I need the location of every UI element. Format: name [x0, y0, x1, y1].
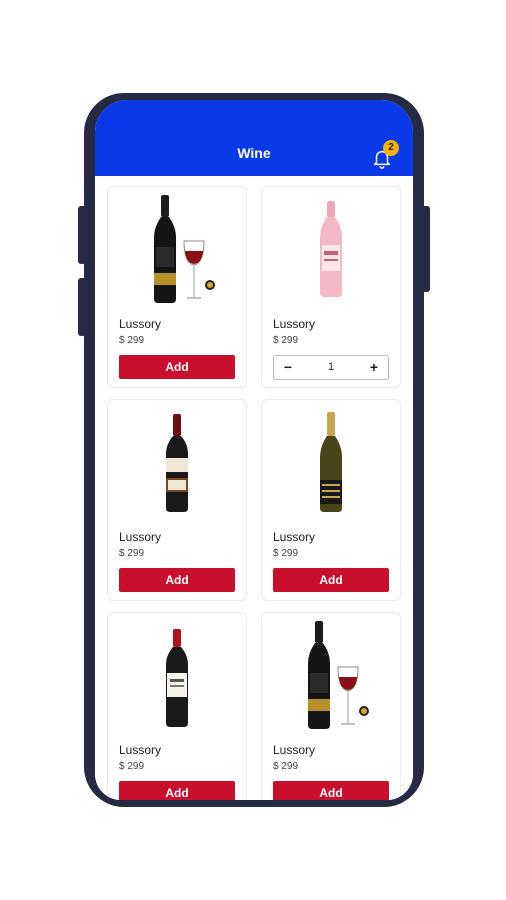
product-price: $ 299	[273, 761, 299, 772]
decrement-button[interactable]: −	[274, 356, 302, 379]
increment-button[interactable]: +	[360, 356, 388, 379]
product-card[interactable]: Lussory $ 299 − 1 +	[261, 186, 401, 388]
quantity-value: 1	[327, 361, 335, 373]
product-name: Lussory	[119, 530, 162, 544]
product-card[interactable]: Lussory $ 299 Add	[107, 186, 247, 388]
add-button[interactable]: Add	[273, 568, 389, 592]
rose-wine-bottle-image	[320, 201, 342, 297]
product-name: Lussory	[273, 317, 316, 331]
product-name: Lussory	[119, 317, 162, 331]
product-price: $ 299	[119, 548, 145, 559]
app-bar: Wine 2	[95, 100, 413, 176]
sparkling-wine-bottle-image	[320, 412, 342, 512]
red-wine-bottle-image	[166, 629, 188, 727]
add-button[interactable]: Add	[119, 781, 235, 800]
add-button[interactable]: Add	[119, 355, 235, 379]
quantity-stepper: − 1 +	[273, 355, 389, 380]
product-card[interactable]: Lussory $ 299 Add	[261, 612, 401, 800]
product-price: $ 299	[273, 335, 299, 346]
product-card[interactable]: Lussory $ 299 Add	[261, 399, 401, 601]
product-grid: Lussory $ 299 Add Lussory $ 299 − 1 + Lu…	[95, 176, 413, 800]
product-price: $ 299	[119, 335, 145, 346]
notification-badge: 2	[383, 140, 399, 156]
red-wine-bottle-with-glass-image	[308, 621, 369, 729]
red-wine-bottle-with-glass-image	[154, 195, 215, 303]
product-name: Lussory	[273, 530, 316, 544]
product-price: $ 299	[273, 548, 299, 559]
product-name: Lussory	[273, 743, 316, 757]
red-wine-bottle-image	[166, 414, 188, 512]
page-title: Wine	[237, 145, 271, 161]
product-price: $ 299	[119, 761, 145, 772]
product-name: Lussory	[119, 743, 162, 757]
product-card[interactable]: Lussory $ 299 Add	[107, 612, 247, 800]
add-button[interactable]: Add	[119, 568, 235, 592]
app-screen: Wine 2 Lussory $ 299 Add Lussory $ 299 −…	[95, 100, 413, 800]
add-button[interactable]: Add	[273, 781, 389, 800]
product-card[interactable]: Lussory $ 299 Add	[107, 399, 247, 601]
